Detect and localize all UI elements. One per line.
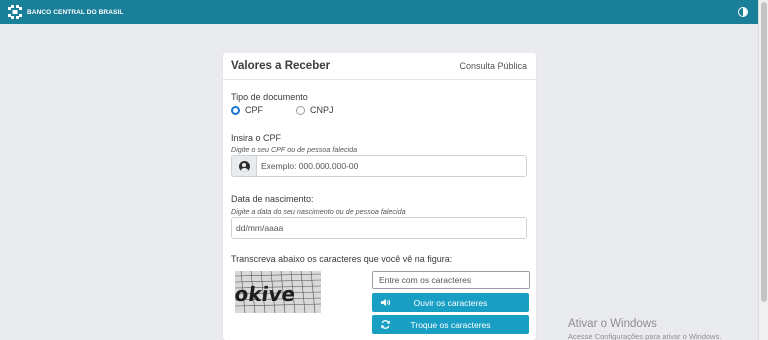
- consulta-publica-link[interactable]: Consulta Pública: [459, 61, 527, 71]
- birth-date-input[interactable]: [232, 218, 526, 238]
- refresh-button-label: Troque os caracteres: [410, 319, 491, 330]
- radio-cpf[interactable]: CPF: [231, 105, 263, 115]
- contrast-icon[interactable]: [738, 7, 748, 17]
- brand-text: BANCO CENTRAL DO BRASIL: [27, 8, 124, 16]
- radio-cpf-button[interactable]: [231, 105, 240, 115]
- refresh-icon: [381, 320, 390, 329]
- captcha-image: okive: [235, 271, 321, 313]
- listen-button-label: Ouvir os caracteres: [413, 297, 488, 308]
- top-bar: BANCO CENTRAL DO BRASIL: [0, 0, 758, 24]
- card-title: Valores a Receber: [231, 60, 331, 72]
- captcha-label: Transcreva abaixo os caracteres que você…: [231, 254, 453, 264]
- radio-cnpj-button[interactable]: [296, 105, 305, 115]
- radio-cnpj-label: CNPJ: [310, 105, 334, 115]
- captcha-text: okive: [235, 282, 297, 306]
- card-header: Valores a Receber Consulta Pública: [223, 53, 536, 80]
- cpf-prefix: [232, 156, 257, 176]
- cpf-input-group: [231, 155, 527, 177]
- windows-activation-watermark: Ativar o Windows Acesse Configurações pa…: [568, 318, 721, 340]
- listen-characters-button[interactable]: Ouvir os caracteres: [372, 293, 529, 312]
- birth-date-group: [231, 217, 527, 239]
- watermark-title: Ativar o Windows: [568, 318, 657, 330]
- user-icon: [238, 160, 250, 172]
- refresh-characters-button[interactable]: Troque os caracteres: [372, 315, 529, 334]
- scrollbar[interactable]: [758, 0, 768, 340]
- watermark-subtitle: Acesse Configurações para ativar o Windo…: [568, 332, 722, 340]
- cpf-hint: Digite o seu CPF ou de pessoa falecida: [231, 145, 358, 154]
- radio-cnpj[interactable]: CNPJ: [296, 105, 334, 115]
- bcb-logo-icon: [8, 5, 22, 19]
- form-card: Valores a Receber Consulta Pública Tipo …: [223, 53, 536, 340]
- cpf-label: Insira o CPF: [231, 133, 282, 143]
- speaker-icon: [380, 298, 391, 307]
- birth-date-label: Data de nascimento:: [231, 194, 314, 204]
- cpf-input[interactable]: [257, 156, 526, 176]
- radio-cpf-label: CPF: [245, 105, 263, 115]
- captcha-input[interactable]: [372, 271, 530, 289]
- birth-date-hint: Digite a data do seu nascimento ou de pe…: [231, 207, 406, 216]
- brand[interactable]: BANCO CENTRAL DO BRASIL: [8, 5, 123, 19]
- document-type-label: Tipo de documento: [231, 92, 308, 102]
- scrollbar-thumb[interactable]: [761, 2, 767, 302]
